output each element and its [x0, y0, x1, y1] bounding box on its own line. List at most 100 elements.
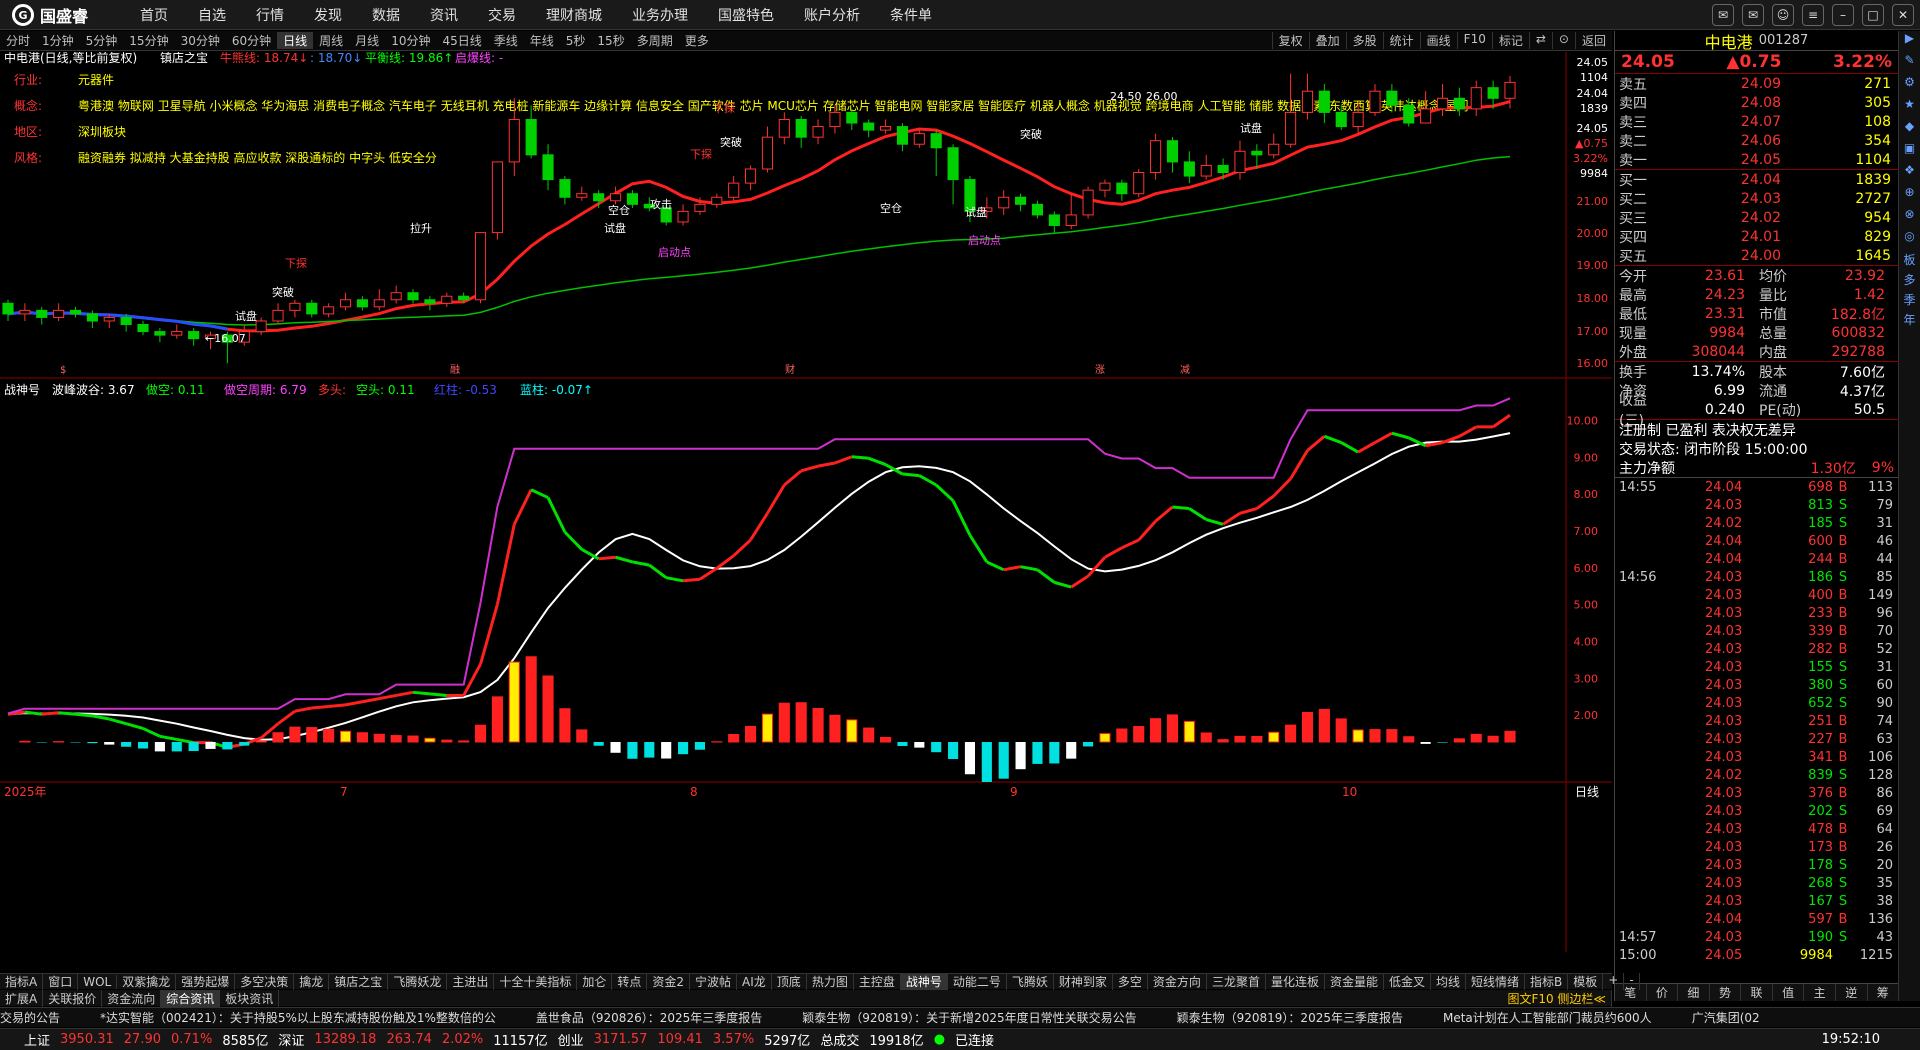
side-tool-icon[interactable]: ⊗ — [1899, 207, 1920, 229]
close-icon[interactable]: ✕ — [1892, 4, 1914, 26]
quote-tab[interactable]: 势 — [1710, 984, 1742, 1001]
indicator-tab[interactable]: 低金叉 — [1384, 973, 1431, 990]
indicator-tab[interactable]: 窗口 — [43, 973, 79, 990]
menu-item[interactable]: 发现 — [314, 5, 342, 25]
f10-sidebar-toggle[interactable]: 图文F10 侧边栏≪ — [1502, 989, 1612, 1007]
chart-tool-button[interactable]: 返回 — [1574, 32, 1612, 49]
period-tab[interactable]: 年线 — [524, 32, 560, 49]
side-tool-icon[interactable]: ◆ — [1899, 119, 1920, 141]
order-book-row[interactable]: 买一 24.04 1839 — [1615, 170, 1898, 189]
menu-item[interactable]: 行情 — [256, 5, 284, 25]
chart-area[interactable]: 中电港(日线,等比前复权) 镇店之宝 牛熊线: 18.74↓: 18.70↓ 平衡线:… — [0, 52, 1612, 952]
extension-tab[interactable]: 综合资讯 — [161, 989, 221, 1007]
indicator-tab[interactable]: 双紫擒龙 — [117, 973, 177, 990]
indicator-tab[interactable]: 资金2 — [647, 973, 691, 990]
period-tab[interactable]: 10分钟 — [385, 32, 436, 49]
period-tab[interactable]: 更多 — [679, 32, 715, 49]
indicator-tab[interactable]: 飞腾妖 — [1007, 973, 1054, 990]
extension-tab[interactable]: 资金流向 — [102, 989, 162, 1007]
indicator-tab[interactable]: 短线情绪 — [1466, 973, 1526, 990]
message-icon[interactable]: ✉ — [1712, 4, 1734, 26]
period-tab[interactable]: 30分钟 — [175, 32, 226, 49]
side-tool-icon[interactable]: ▣ — [1899, 141, 1920, 163]
indicator-tab[interactable]: 指标A — [0, 973, 44, 990]
indicator-tab[interactable]: 顶底 — [772, 973, 807, 990]
user-icon[interactable]: ☺ — [1772, 4, 1794, 26]
period-tab[interactable]: 周线 — [313, 32, 349, 49]
indicator-tab[interactable]: 镇店之宝 — [329, 973, 389, 990]
indicator-tab[interactable]: 宁波帖 — [690, 973, 738, 990]
indicator-tab[interactable]: 均线 — [1431, 973, 1467, 990]
extension-tab[interactable]: 扩展A — [0, 989, 44, 1007]
indicator-tab[interactable]: 热力图 — [807, 973, 854, 990]
news-item[interactable]: *达实智能（002421）：关于持股5%以上股东减持股份触及1%整数倍的公 — [100, 1009, 496, 1026]
menu-item[interactable]: 首页 — [140, 5, 168, 25]
mail-icon[interactable]: ✉ — [1742, 4, 1764, 26]
indicator-tab[interactable]: 转点 — [612, 973, 648, 990]
order-book-row[interactable]: 卖二 24.06 354 — [1615, 131, 1898, 150]
news-item[interactable]: 交易的公告 — [0, 1009, 60, 1026]
menu-item[interactable]: 国盛特色 — [718, 5, 774, 25]
indicator-tab[interactable]: 战神号 — [900, 973, 948, 990]
indicator-tab-control[interactable]: + — [1603, 973, 1625, 990]
indicator-tab[interactable]: 主进出 — [447, 973, 495, 990]
period-tab[interactable]: 日线 — [277, 32, 314, 49]
side-tool-icon[interactable]: ★ — [1899, 97, 1920, 119]
side-tool-icon[interactable]: ⊕ — [1899, 185, 1920, 207]
side-strip-label[interactable]: 板 — [1899, 251, 1920, 271]
indicator-tab[interactable]: 资金方向 — [1148, 973, 1207, 990]
menu-item[interactable]: 交易 — [488, 5, 516, 25]
menu-item[interactable]: 账户分析 — [804, 5, 860, 25]
indicator-tab-control[interactable]: - — [1624, 973, 1640, 990]
menu-item[interactable]: 理财商城 — [546, 5, 602, 25]
chart-tool-button[interactable]: 画线 — [1419, 32, 1457, 49]
quote-tab[interactable]: 筹 — [1868, 984, 1900, 1001]
order-book-row[interactable]: 买五 24.00 1645 — [1615, 246, 1898, 265]
indicator-tab[interactable]: 量化连板 — [1266, 973, 1325, 990]
side-tool-icon[interactable]: ⚙ — [1899, 75, 1920, 97]
side-tool-icon[interactable]: ◎ — [1899, 229, 1920, 251]
menu-icon[interactable]: ≡ — [1802, 4, 1824, 26]
period-tab[interactable]: 5分钟 — [80, 32, 124, 49]
indicator-tab-control[interactable]: 指标B — [1525, 973, 1569, 990]
indicator-tab[interactable]: 多空决策 — [235, 973, 295, 990]
period-tab[interactable]: 15分钟 — [123, 32, 174, 49]
indicator-tab[interactable]: 擒龙 — [294, 973, 330, 990]
side-strip-label[interactable]: 多 — [1899, 271, 1920, 291]
indicator-tab[interactable]: 财神到家 — [1054, 973, 1113, 990]
chart-tool-button[interactable]: 叠加 — [1308, 32, 1346, 49]
chart-tool-button[interactable]: F10 — [1456, 32, 1492, 49]
quote-tab[interactable]: 值 — [1773, 984, 1805, 1001]
maximize-icon[interactable]: □ — [1862, 4, 1884, 26]
side-strip-label[interactable]: 季 — [1899, 291, 1920, 311]
order-book-row[interactable]: 卖三 24.07 108 — [1615, 112, 1898, 131]
news-item[interactable]: 广汽集团(02 — [1692, 1009, 1760, 1026]
menu-item[interactable]: 条件单 — [890, 5, 932, 25]
order-book-row[interactable]: 买二 24.03 2727 — [1615, 189, 1898, 208]
indicator-tab[interactable]: 主控盘 — [854, 973, 901, 990]
period-tab[interactable]: 1分钟 — [36, 32, 80, 49]
extension-tab[interactable]: 板块资讯 — [220, 989, 280, 1007]
order-book-row[interactable]: 买三 24.02 954 — [1615, 208, 1898, 227]
chart-tool-button[interactable]: 统计 — [1382, 32, 1420, 49]
indicator-tab[interactable]: 三龙聚首 — [1207, 973, 1266, 990]
indicator-tab[interactable]: 十全十美指标 — [494, 973, 578, 990]
news-item[interactable]: 颖泰生物（920819）：关于新增2025年度日常性关联交易公告 — [802, 1009, 1136, 1026]
order-book-row[interactable]: 卖五 24.09 271 — [1615, 74, 1898, 93]
quote-tab[interactable]: 价 — [1647, 984, 1679, 1001]
indicator-tab[interactable]: 动能二号 — [948, 973, 1007, 990]
period-tab[interactable]: 分时 — [0, 32, 36, 49]
indicator-tab[interactable]: 多空 — [1113, 973, 1148, 990]
chart-tool-button[interactable]: 标记 — [1491, 32, 1529, 49]
news-item[interactable]: 盖世食品（920826）：2025年三季度报告 — [536, 1009, 762, 1026]
period-tab[interactable]: 月线 — [349, 32, 385, 49]
indicator-tab[interactable]: AI龙 — [737, 973, 772, 990]
quote-tab[interactable]: 细 — [1678, 984, 1710, 1001]
indicator-tab-control[interactable]: 模板 — [1568, 973, 1604, 990]
chart-tool-button[interactable]: 复权 — [1271, 32, 1309, 49]
order-book-row[interactable]: 卖四 24.08 305 — [1615, 93, 1898, 112]
order-book-row[interactable]: 卖一 24.05 1104 — [1615, 150, 1898, 169]
menu-item[interactable]: 业务办理 — [632, 5, 688, 25]
period-tab[interactable]: 45日线 — [436, 32, 487, 49]
indicator-tab[interactable]: 加仑 — [577, 973, 613, 990]
